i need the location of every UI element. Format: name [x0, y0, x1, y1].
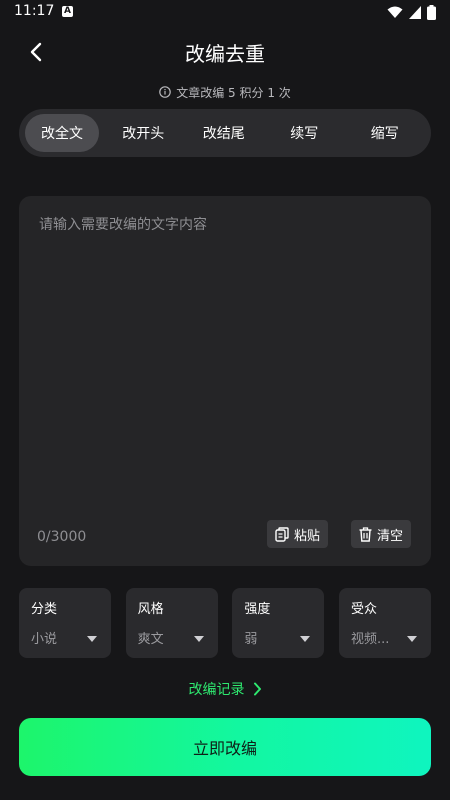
text-editor: 0/3000 粘贴 清空: [19, 196, 431, 566]
caret-down-icon: [300, 636, 311, 642]
points-note-text: 文章改编 5 积分 1 次: [176, 85, 291, 100]
tab-continue[interactable]: 续写: [264, 114, 345, 152]
battery-icon: [427, 5, 436, 20]
chevron-right-icon: [253, 682, 261, 696]
clear-label: 清空: [377, 528, 404, 544]
status-icons: [387, 5, 436, 20]
wifi-icon: [387, 6, 403, 18]
signal-icon: [409, 6, 421, 19]
rewrite-options: 分类 小说 风格 爽文 强度 弱 受众 视频...: [19, 588, 431, 658]
info-icon: [159, 86, 172, 98]
app-a-icon: A: [62, 6, 73, 17]
option-value: 视频...: [350, 632, 390, 647]
option-audience[interactable]: 受众 视频...: [338, 588, 431, 658]
page-title: 改编去重: [185, 42, 265, 66]
option-label: 强度: [244, 602, 271, 617]
tab-abridge[interactable]: 缩写: [345, 114, 426, 152]
option-category[interactable]: 分类 小说: [19, 588, 111, 658]
caret-down-icon: [193, 636, 204, 642]
paste-icon: [275, 526, 289, 542]
tab-rewrite-full[interactable]: 改全文: [25, 114, 99, 152]
paste-label: 粘贴: [294, 528, 321, 544]
tab-rewrite-ending[interactable]: 改结尾: [184, 114, 265, 152]
option-intensity[interactable]: 强度 弱: [232, 588, 325, 658]
trash-icon: [359, 526, 372, 542]
option-value: 弱: [244, 632, 258, 647]
option-style[interactable]: 风格 爽文: [125, 588, 218, 658]
history-link-label: 改编记录: [188, 682, 245, 698]
points-note: 文章改编 5 积分 1 次: [0, 83, 450, 101]
rewrite-history-link[interactable]: 改编记录: [0, 678, 450, 700]
paste-button[interactable]: 粘贴: [267, 520, 329, 548]
option-label: 受众: [350, 602, 377, 617]
option-label: 分类: [31, 602, 58, 617]
status-time: 11:17: [14, 3, 55, 19]
option-value: 爽文: [137, 632, 164, 647]
content-input[interactable]: [37, 212, 417, 506]
mode-tabs: 改全文 改开头 改结尾 续写 缩写: [19, 109, 431, 157]
status-bar: 11:17 A: [0, 0, 450, 24]
option-value: 小说: [31, 632, 58, 647]
char-count: 0/3000: [37, 529, 87, 545]
rewrite-now-button[interactable]: 立即改编: [19, 718, 431, 776]
caret-down-icon: [87, 636, 97, 642]
header: 改编去重: [0, 24, 450, 78]
caret-down-icon: [406, 636, 417, 642]
clear-button[interactable]: 清空: [351, 520, 412, 548]
tab-rewrite-opening[interactable]: 改开头: [103, 114, 184, 152]
option-label: 风格: [137, 602, 164, 617]
